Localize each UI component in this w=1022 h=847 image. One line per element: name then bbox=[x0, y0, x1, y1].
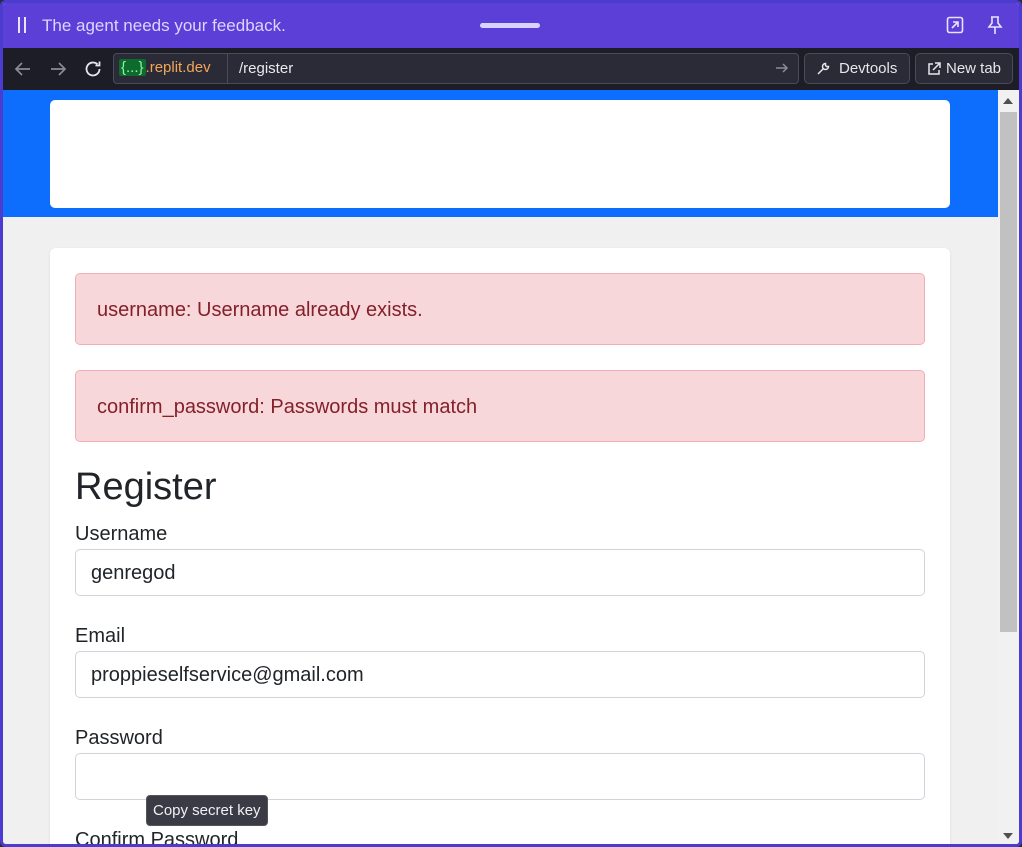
vertical-scrollbar[interactable] bbox=[998, 90, 1019, 844]
email-input[interactable]: proppieselfservice@gmail.com bbox=[75, 651, 925, 698]
agent-feedback-bar: The agent needs your feedback. bbox=[3, 3, 1019, 48]
page-viewport: username: Username already exists. confi… bbox=[3, 90, 998, 847]
drag-handle[interactable] bbox=[480, 23, 540, 28]
pin-icon[interactable] bbox=[985, 15, 1005, 35]
url-host-domain: .replit.dev bbox=[145, 59, 211, 76]
error-alert-username: username: Username already exists. bbox=[75, 273, 925, 345]
register-card: username: Username already exists. confi… bbox=[50, 248, 950, 847]
new-tab-button[interactable]: New tab bbox=[915, 53, 1013, 84]
error-alert-confirm-password: confirm_password: Passwords must match bbox=[75, 370, 925, 442]
scroll-down-arrow-icon[interactable] bbox=[1003, 833, 1013, 839]
url-path-input[interactable]: /register bbox=[239, 60, 293, 77]
back-icon[interactable] bbox=[12, 58, 34, 80]
navigation-bar: {...} .replit.dev /register Devtools New … bbox=[3, 48, 1019, 90]
header-banner bbox=[3, 90, 998, 217]
devtools-label: Devtools bbox=[839, 60, 898, 77]
copy-secret-key-tooltip: Copy secret key bbox=[146, 795, 268, 826]
forward-icon[interactable] bbox=[47, 58, 69, 80]
go-arrow-icon[interactable] bbox=[774, 60, 790, 76]
url-host-braces: {...} bbox=[119, 59, 146, 76]
browser-window: The agent needs your feedback. {...} .rep… bbox=[0, 0, 1022, 847]
external-link-icon bbox=[928, 62, 941, 75]
password-label: Password bbox=[75, 727, 163, 749]
page-title: Register bbox=[75, 466, 217, 508]
username-input[interactable]: genregod bbox=[75, 549, 925, 596]
url-host: {...} .replit.dev bbox=[114, 54, 228, 83]
new-tab-label: New tab bbox=[946, 60, 1002, 77]
popout-icon[interactable] bbox=[945, 15, 965, 35]
email-label: Email bbox=[75, 625, 126, 647]
scrollbar-thumb[interactable] bbox=[1000, 112, 1017, 632]
pause-icon[interactable] bbox=[16, 17, 28, 33]
address-bar[interactable]: {...} .replit.dev /register bbox=[113, 53, 799, 84]
agent-message: The agent needs your feedback. bbox=[42, 16, 286, 35]
username-label: Username bbox=[75, 523, 168, 545]
confirm-password-label: Confirm Password bbox=[75, 829, 239, 847]
scroll-up-arrow-icon[interactable] bbox=[1003, 98, 1013, 104]
reload-icon[interactable] bbox=[82, 58, 104, 80]
password-input[interactable] bbox=[75, 753, 925, 800]
devtools-button[interactable]: Devtools bbox=[804, 53, 910, 84]
header-card bbox=[50, 100, 950, 208]
wrench-icon bbox=[817, 62, 830, 75]
